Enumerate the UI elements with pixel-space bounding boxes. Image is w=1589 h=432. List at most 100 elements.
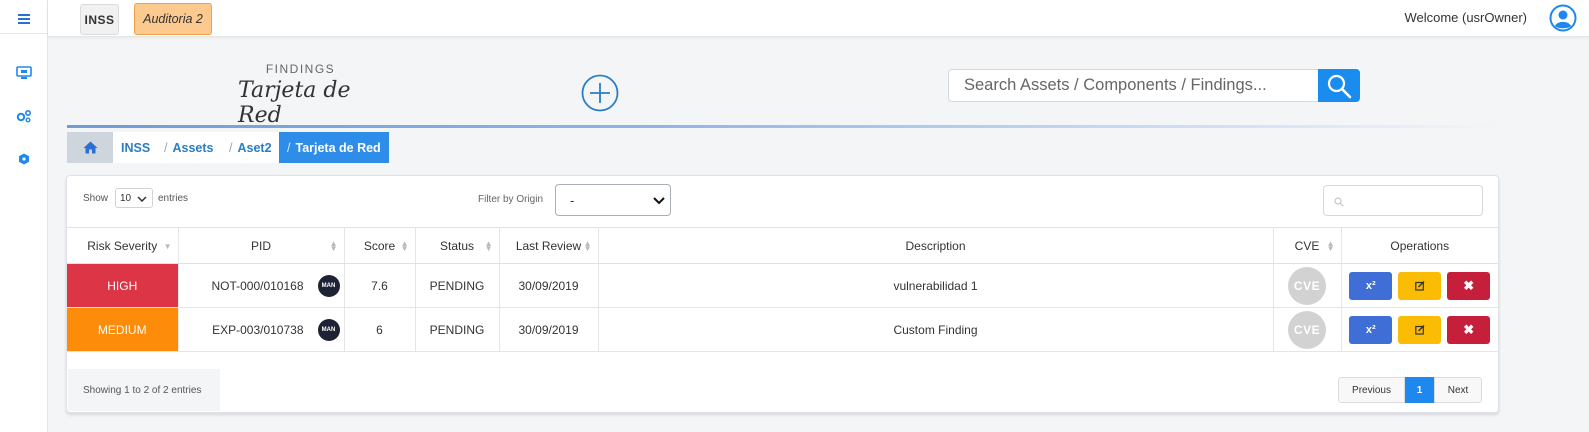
- column-label: Operations: [1390, 238, 1450, 253]
- status-cell: PENDING: [415, 263, 500, 308]
- chevron-down-icon: [137, 196, 147, 202]
- pid-cell: NOT-000/010168 MAN: [178, 263, 345, 308]
- table-header-row: Risk Severity ▼ PID ▲ ▼ Score ▲ ▼ Status ▲ ▼ La…: [67, 227, 1498, 264]
- col-description: Description: [598, 227, 1274, 264]
- chevron-down-icon: [653, 197, 665, 205]
- pid-value: NOT-000/010168: [211, 278, 304, 293]
- sidebar: [0, 0, 48, 432]
- gears-icon[interactable]: [0, 101, 48, 131]
- superscript-button[interactable]: x²: [1349, 315, 1393, 344]
- table-info: Showing 1 to 2 of 2 entries: [68, 369, 220, 411]
- breadcrumb-label: INSS: [121, 140, 151, 155]
- col-score[interactable]: Score ▲ ▼: [344, 227, 416, 264]
- findings-card: Show 10 entries Filter by Origin - Risk …: [66, 175, 1499, 413]
- col-pid[interactable]: PID ▲ ▼: [178, 227, 345, 264]
- delete-button[interactable]: ✖: [1447, 271, 1491, 300]
- breadcrumb-label: Aset2: [237, 140, 272, 155]
- description-cell: vulnerabilidad 1: [598, 263, 1274, 308]
- entries-select-value: 10: [120, 192, 132, 204]
- global-search-input[interactable]: [948, 69, 1318, 102]
- pid-value: EXP-003/010738: [212, 322, 304, 337]
- add-finding-button[interactable]: [581, 74, 619, 112]
- pid-cell: EXP-003/010738 MAN: [178, 307, 345, 352]
- origin-filter-select[interactable]: -: [555, 184, 671, 216]
- table-search-input[interactable]: [1323, 185, 1483, 216]
- topbar: INSS Auditoria 2 Welcome (usrOwner): [48, 0, 1589, 37]
- findings-table: Risk Severity ▼ PID ▲ ▼ Score ▲ ▼ Status ▲ ▼ La…: [67, 227, 1498, 352]
- severity-cell: MEDIUM: [67, 307, 179, 352]
- breadcrumb-separator: /: [164, 140, 168, 155]
- sort-icon: ▲ ▼: [329, 239, 338, 253]
- sort-icon: ▲ ▼: [583, 239, 592, 253]
- user-avatar-icon[interactable]: [1549, 4, 1577, 32]
- next-page-button[interactable]: Next: [1434, 377, 1482, 403]
- entries-label: entries: [158, 193, 189, 204]
- sort-desc-icon: ▼: [163, 242, 172, 251]
- table-row[interactable]: MEDIUM EXP-003/010738 MAN 6 PENDING 30/09…: [67, 307, 1498, 352]
- last-review-cell: 30/09/2019: [499, 307, 599, 352]
- show-label: Show: [83, 193, 109, 204]
- operations-cell: x² ✖: [1341, 307, 1498, 352]
- search-button[interactable]: [1318, 69, 1360, 102]
- audit-chip[interactable]: Auditoria 2: [134, 3, 212, 35]
- column-label: Score: [363, 238, 396, 253]
- cube-icon[interactable]: [0, 144, 48, 174]
- page-title: Tarjeta de Red: [238, 78, 351, 128]
- col-risk-severity[interactable]: Risk Severity ▼: [67, 227, 179, 264]
- cve-cell: CVE: [1273, 307, 1342, 352]
- pagination: Previous 1 Next: [1338, 377, 1482, 403]
- origin-filter-value: -: [570, 192, 575, 208]
- column-label: CVE: [1294, 238, 1320, 253]
- manual-badge: MAN: [317, 318, 340, 341]
- breadcrumb-home[interactable]: [67, 132, 113, 163]
- header-divider: [67, 125, 1499, 128]
- delete-button[interactable]: ✖: [1447, 315, 1491, 344]
- breadcrumb-label: Tarjeta de Red: [295, 140, 381, 155]
- filter-origin-label: Filter by Origin: [478, 194, 544, 205]
- breadcrumb-label: Assets: [172, 140, 214, 155]
- org-chip[interactable]: INSS: [80, 4, 119, 35]
- sort-icon: ▲ ▼: [400, 239, 409, 253]
- edit-icon: [1414, 324, 1425, 335]
- severity-cell: HIGH: [67, 263, 179, 308]
- welcome-text: Welcome (usrOwner): [1404, 10, 1527, 25]
- score-cell: 6: [344, 307, 416, 352]
- search-icon: [1334, 197, 1344, 207]
- column-label: Last Review: [515, 238, 582, 253]
- last-review-cell: 30/09/2019: [499, 263, 599, 308]
- edit-button[interactable]: [1398, 271, 1442, 300]
- manual-badge: MAN: [317, 274, 340, 297]
- table-row[interactable]: HIGH NOT-000/010168 MAN 7.6 PENDING 30/09…: [67, 263, 1498, 308]
- operations-cell: x² ✖: [1341, 263, 1498, 308]
- column-label: PID: [250, 238, 271, 253]
- edit-button[interactable]: [1398, 315, 1442, 344]
- breadcrumb-inss[interactable]: INSS: [113, 132, 160, 163]
- breadcrumb-assets[interactable]: / Assets: [156, 132, 223, 163]
- monitor-icon[interactable]: [0, 58, 48, 88]
- col-operations: Operations: [1341, 227, 1498, 264]
- column-label: Status: [439, 238, 475, 253]
- superscript-button[interactable]: x²: [1349, 271, 1393, 300]
- breadcrumb-separator: /: [287, 140, 291, 155]
- edit-icon: [1414, 280, 1425, 291]
- home-icon: [83, 141, 97, 154]
- status-cell: PENDING: [415, 307, 500, 352]
- section-label: FINDINGS: [265, 62, 336, 76]
- breadcrumb-current[interactable]: / Tarjeta de Red: [279, 132, 389, 163]
- page-1-button[interactable]: 1: [1405, 377, 1434, 403]
- col-status[interactable]: Status ▲ ▼: [415, 227, 500, 264]
- entries-select[interactable]: 10: [115, 188, 153, 208]
- previous-page-button[interactable]: Previous: [1338, 377, 1405, 403]
- cve-badge[interactable]: CVE: [1288, 266, 1326, 305]
- breadcrumb-aset2[interactable]: / Aset2: [221, 132, 281, 163]
- col-cve[interactable]: CVE ▲ ▼: [1273, 227, 1342, 264]
- column-label: Description: [905, 238, 966, 253]
- col-last-review[interactable]: Last Review ▲ ▼: [499, 227, 599, 264]
- cve-badge[interactable]: CVE: [1288, 310, 1326, 349]
- cve-cell: CVE: [1273, 263, 1342, 308]
- hamburger-menu-icon[interactable]: [0, 4, 48, 34]
- score-cell: 7.6: [344, 263, 416, 308]
- sort-icon: ▲ ▼: [484, 239, 493, 253]
- sort-icon: ▲ ▼: [1326, 239, 1335, 253]
- search-icon: [1327, 74, 1352, 98]
